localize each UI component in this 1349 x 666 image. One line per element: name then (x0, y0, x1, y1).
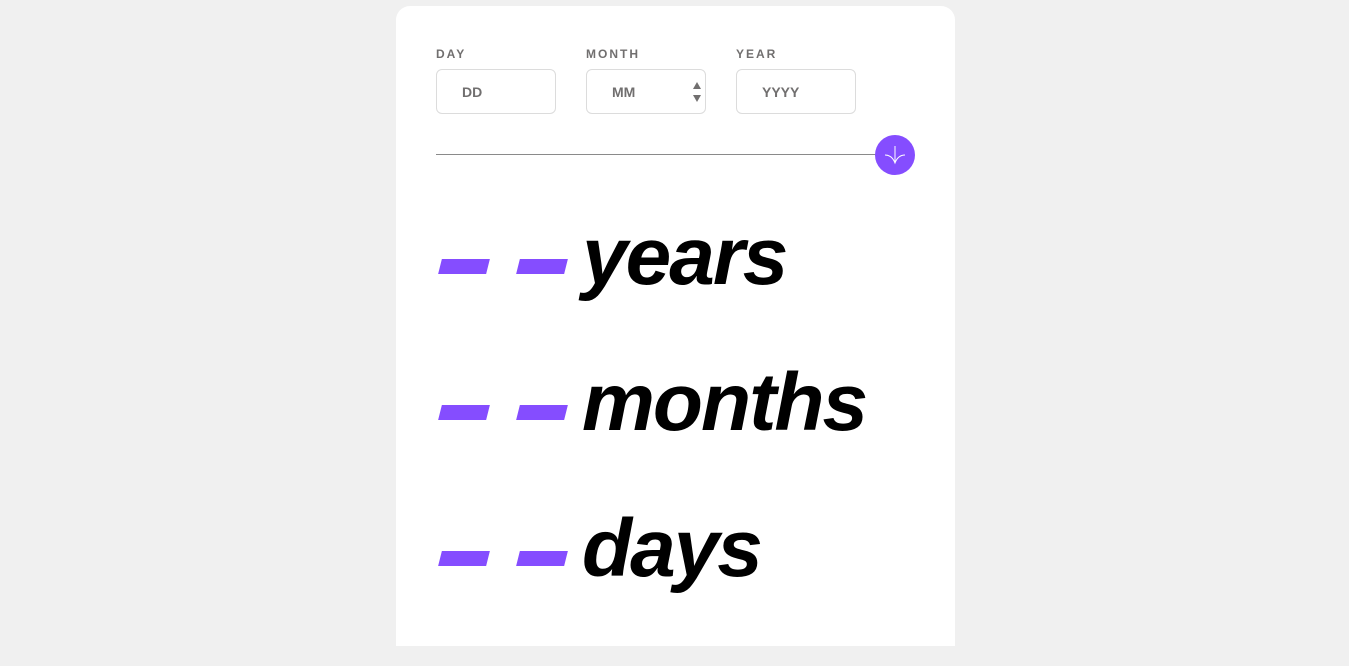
dash (438, 551, 490, 566)
year-placeholder: YYYY (762, 83, 800, 100)
divider-line (436, 154, 876, 155)
age-calculator-card: DAY DD MONTH MM YEAR YYYY years months d… (396, 6, 955, 646)
spinner-down-icon[interactable] (693, 95, 701, 102)
months-value-placeholder (436, 405, 571, 420)
day-label: DAY (436, 47, 467, 61)
dash (516, 259, 568, 274)
dash (438, 405, 490, 420)
years-unit: years (582, 211, 788, 302)
submit-button[interactable] (875, 135, 915, 175)
year-label: YEAR (736, 47, 778, 61)
divider-row (436, 135, 915, 175)
arrow-down-icon (884, 146, 906, 165)
dash (516, 405, 568, 420)
spinner-up-icon[interactable] (693, 82, 701, 89)
dash (438, 259, 490, 274)
date-input-fields: DAY DD MONTH MM YEAR YYYY (436, 47, 856, 114)
day-input[interactable]: DD (436, 69, 556, 114)
year-field: YEAR YYYY (736, 47, 856, 114)
years-value-placeholder (436, 259, 571, 274)
dash (516, 551, 568, 566)
month-input[interactable]: MM (586, 69, 706, 114)
month-field: MONTH MM (586, 47, 706, 114)
day-placeholder: DD (462, 83, 483, 100)
day-field: DAY DD (436, 47, 556, 114)
month-placeholder: MM (612, 83, 636, 100)
year-input[interactable]: YYYY (736, 69, 856, 114)
days-value-placeholder (436, 551, 571, 566)
month-label: MONTH (586, 47, 640, 61)
days-unit: days (582, 503, 763, 594)
months-unit: months (582, 357, 868, 448)
month-spinner[interactable] (693, 82, 701, 102)
